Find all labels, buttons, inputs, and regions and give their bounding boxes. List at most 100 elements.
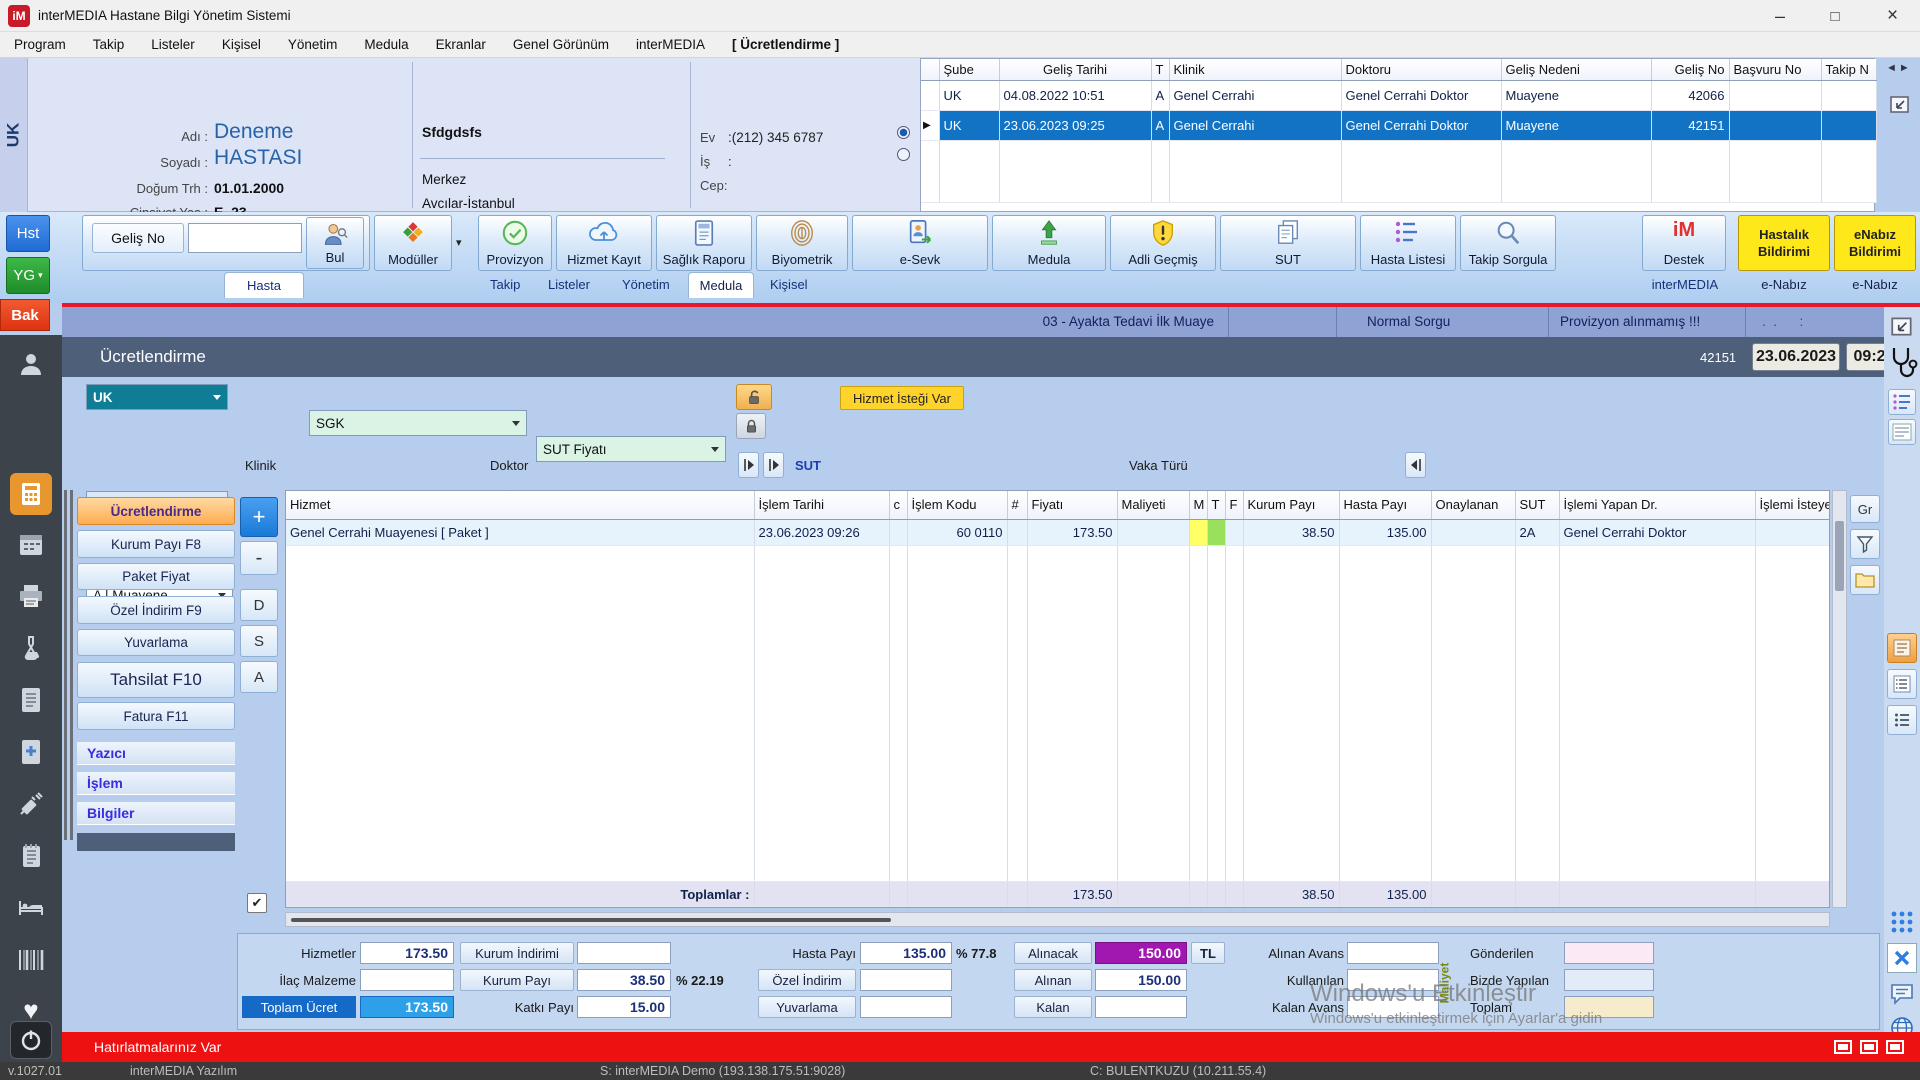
provizyon-button[interactable]: Provizyon xyxy=(478,215,552,271)
payer-select[interactable]: SGK xyxy=(309,410,527,436)
visit-row-selected[interactable]: ▶ UK 23.06.2023 09:25 A Genel Cerrahi Ge… xyxy=(921,111,1876,141)
patient-module-icon[interactable] xyxy=(14,347,48,381)
tab-hasta[interactable]: Hasta xyxy=(224,272,304,298)
gonderilen-field[interactable] xyxy=(1564,942,1654,964)
scrollbar-thumb[interactable] xyxy=(291,918,891,922)
sidebar-yazici-link[interactable]: Yazıcı xyxy=(77,742,235,765)
sidebar-bilgiler-link[interactable]: Bilgiler xyxy=(77,802,235,825)
sidebar-yuvarlama-button[interactable]: Yuvarlama xyxy=(77,629,235,656)
menu-listeler[interactable]: Listeler xyxy=(151,32,195,57)
medula-button[interactable]: Medula xyxy=(992,215,1106,271)
calendar-icon[interactable] xyxy=(14,527,48,561)
reminder-window-icon[interactable] xyxy=(1834,1040,1852,1054)
document-icon[interactable] xyxy=(14,683,48,717)
col-hash[interactable]: # xyxy=(1007,491,1027,519)
notes-icon[interactable] xyxy=(14,839,48,873)
kurum-indirimi-button[interactable]: Kurum İndirimi xyxy=(460,942,574,964)
menu-kisisel[interactable]: Kişisel xyxy=(222,32,261,57)
grid-dots-icon[interactable] xyxy=(1887,907,1917,937)
grid-vertical-scrollbar[interactable] xyxy=(1832,490,1847,908)
adli-gecmis-button[interactable]: Adli Geçmiş xyxy=(1110,215,1216,271)
lab-flask-icon[interactable] xyxy=(14,631,48,665)
services-total-field[interactable]: 173.50 xyxy=(360,942,454,964)
a-button[interactable]: A xyxy=(240,661,278,693)
hasta-listesi-button[interactable]: Hasta Listesi xyxy=(1360,215,1456,271)
minimize-button[interactable]: – xyxy=(1755,0,1805,32)
expand-window-icon[interactable] xyxy=(1889,313,1915,342)
splitter[interactable] xyxy=(70,490,73,840)
panel-lines-button[interactable] xyxy=(1887,669,1917,699)
nav-next-icon[interactable]: ► xyxy=(1899,62,1910,74)
nav-prev-icon[interactable]: ◄ xyxy=(1886,62,1897,74)
folder-icon[interactable] xyxy=(1850,565,1880,595)
expand-window-icon[interactable] xyxy=(1888,92,1912,119)
hasta-payi-field[interactable]: 135.00 xyxy=(860,942,952,964)
sidebar-ozel-indirim-button[interactable]: Özel İndirim F9 xyxy=(77,596,235,624)
bizde-yapilan-field[interactable] xyxy=(1564,969,1654,991)
hizmet-kayit-button[interactable]: Hizmet Kayıt xyxy=(556,215,652,271)
alinacak-button[interactable]: Alınacak xyxy=(1014,942,1092,964)
visits-col-basvuru-no[interactable]: Başvuru No xyxy=(1729,59,1821,81)
enabiz-bildirimi-button[interactable]: eNabız Bildirimi xyxy=(1834,215,1916,271)
service-row[interactable]: Genel Cerrahi Muayenesi [ Paket ] 23.06.… xyxy=(286,519,1829,545)
menu-intermedia[interactable]: interMEDIA xyxy=(636,32,705,57)
sidebar-ucretlendirme-button[interactable]: Ücretlendirme xyxy=(77,497,235,525)
splitter[interactable] xyxy=(64,490,67,840)
section-date-button[interactable]: 23.06.2023 xyxy=(1752,343,1840,371)
col-onaylanan[interactable]: Onaylanan xyxy=(1431,491,1515,519)
service-request-badge[interactable]: Hizmet İsteği Var xyxy=(840,386,964,410)
sidebar-fatura-button[interactable]: Fatura F11 xyxy=(77,702,235,730)
menu-yonetim[interactable]: Yönetim xyxy=(288,32,338,57)
ozel-indirim-field[interactable] xyxy=(860,969,952,991)
gelis-no-input[interactable] xyxy=(188,223,302,253)
menu-takip[interactable]: Takip xyxy=(93,32,125,57)
lock-button[interactable] xyxy=(736,413,766,439)
list-settings-icon[interactable] xyxy=(1888,389,1916,415)
close-panel-icon[interactable] xyxy=(1887,943,1917,973)
col-islemi-yapan[interactable]: İşlemi Yapan Dr. xyxy=(1559,491,1755,519)
add-row-button[interactable]: + xyxy=(240,497,278,537)
grid-horizontal-scrollbar[interactable] xyxy=(285,912,1830,927)
tab-listeler[interactable]: Listeler xyxy=(548,277,590,292)
branch-select[interactable]: UK xyxy=(86,384,228,410)
hastalik-bildirimi-button[interactable]: Hastalık Bildirimi xyxy=(1738,215,1830,271)
tariff-select[interactable]: SUT Fiyatı xyxy=(536,436,726,462)
gr-button[interactable]: Gr xyxy=(1850,495,1880,523)
col-t[interactable]: T xyxy=(1207,491,1225,519)
remove-row-button[interactable]: - xyxy=(240,541,278,575)
menu-program[interactable]: Program xyxy=(14,32,66,57)
syringe-icon[interactable] xyxy=(14,787,48,821)
scrollbar-thumb[interactable] xyxy=(1835,521,1844,591)
tab-yonetim[interactable]: Yönetim xyxy=(622,277,670,292)
kalan-field[interactable] xyxy=(1095,996,1187,1018)
bullet-list-button[interactable] xyxy=(1887,705,1917,735)
col-m[interactable]: M xyxy=(1189,491,1207,519)
kurum-indirimi-field[interactable] xyxy=(577,942,671,964)
kurum-payi-field[interactable]: 38.50 xyxy=(577,969,671,991)
alinacak-field[interactable]: 150.00 xyxy=(1095,942,1187,964)
menu-genel-gorunum[interactable]: Genel Görünüm xyxy=(513,32,609,57)
tab-medula-active[interactable]: Medula xyxy=(688,272,754,298)
alinan-avans-field[interactable] xyxy=(1347,942,1439,964)
d-button[interactable]: D xyxy=(240,589,278,621)
panel-highlight-button[interactable] xyxy=(1887,633,1917,663)
stethoscope-icon[interactable] xyxy=(1888,345,1918,384)
takip-sorgula-button[interactable]: Takip Sorgula xyxy=(1460,215,1556,271)
step-forward-button[interactable] xyxy=(738,452,759,478)
sidebar-tahsilat-button[interactable]: Tahsilat F10 xyxy=(77,662,235,698)
col-kurum-payi[interactable]: Kurum Payı xyxy=(1243,491,1339,519)
visits-col-gelis-nedeni[interactable]: Geliş Nedeni xyxy=(1501,59,1651,81)
biyometrik-button[interactable]: Biyometrik xyxy=(756,215,848,271)
bed-icon[interactable] xyxy=(14,891,48,925)
reminder-window-icon[interactable] xyxy=(1886,1040,1904,1054)
visit-row[interactable]: UK 04.08.2022 10:51 A Genel Cerrahi Gene… xyxy=(921,81,1876,111)
step-forward-button-2[interactable] xyxy=(763,452,784,478)
hst-quick-button[interactable]: Hst xyxy=(6,215,50,252)
sidebar-kurum-payi-button[interactable]: Kurum Payı F8 xyxy=(77,530,235,558)
alinan-field[interactable]: 150.00 xyxy=(1095,969,1187,991)
yuvarlama-button[interactable]: Yuvarlama xyxy=(758,996,856,1018)
reminder-bar[interactable]: Hatırlatmalarınız Var xyxy=(62,1032,1920,1062)
tab-takip[interactable]: Takip xyxy=(490,277,520,292)
yg-quick-button[interactable]: YG▾ xyxy=(6,257,50,294)
s-button[interactable]: S xyxy=(240,625,278,657)
